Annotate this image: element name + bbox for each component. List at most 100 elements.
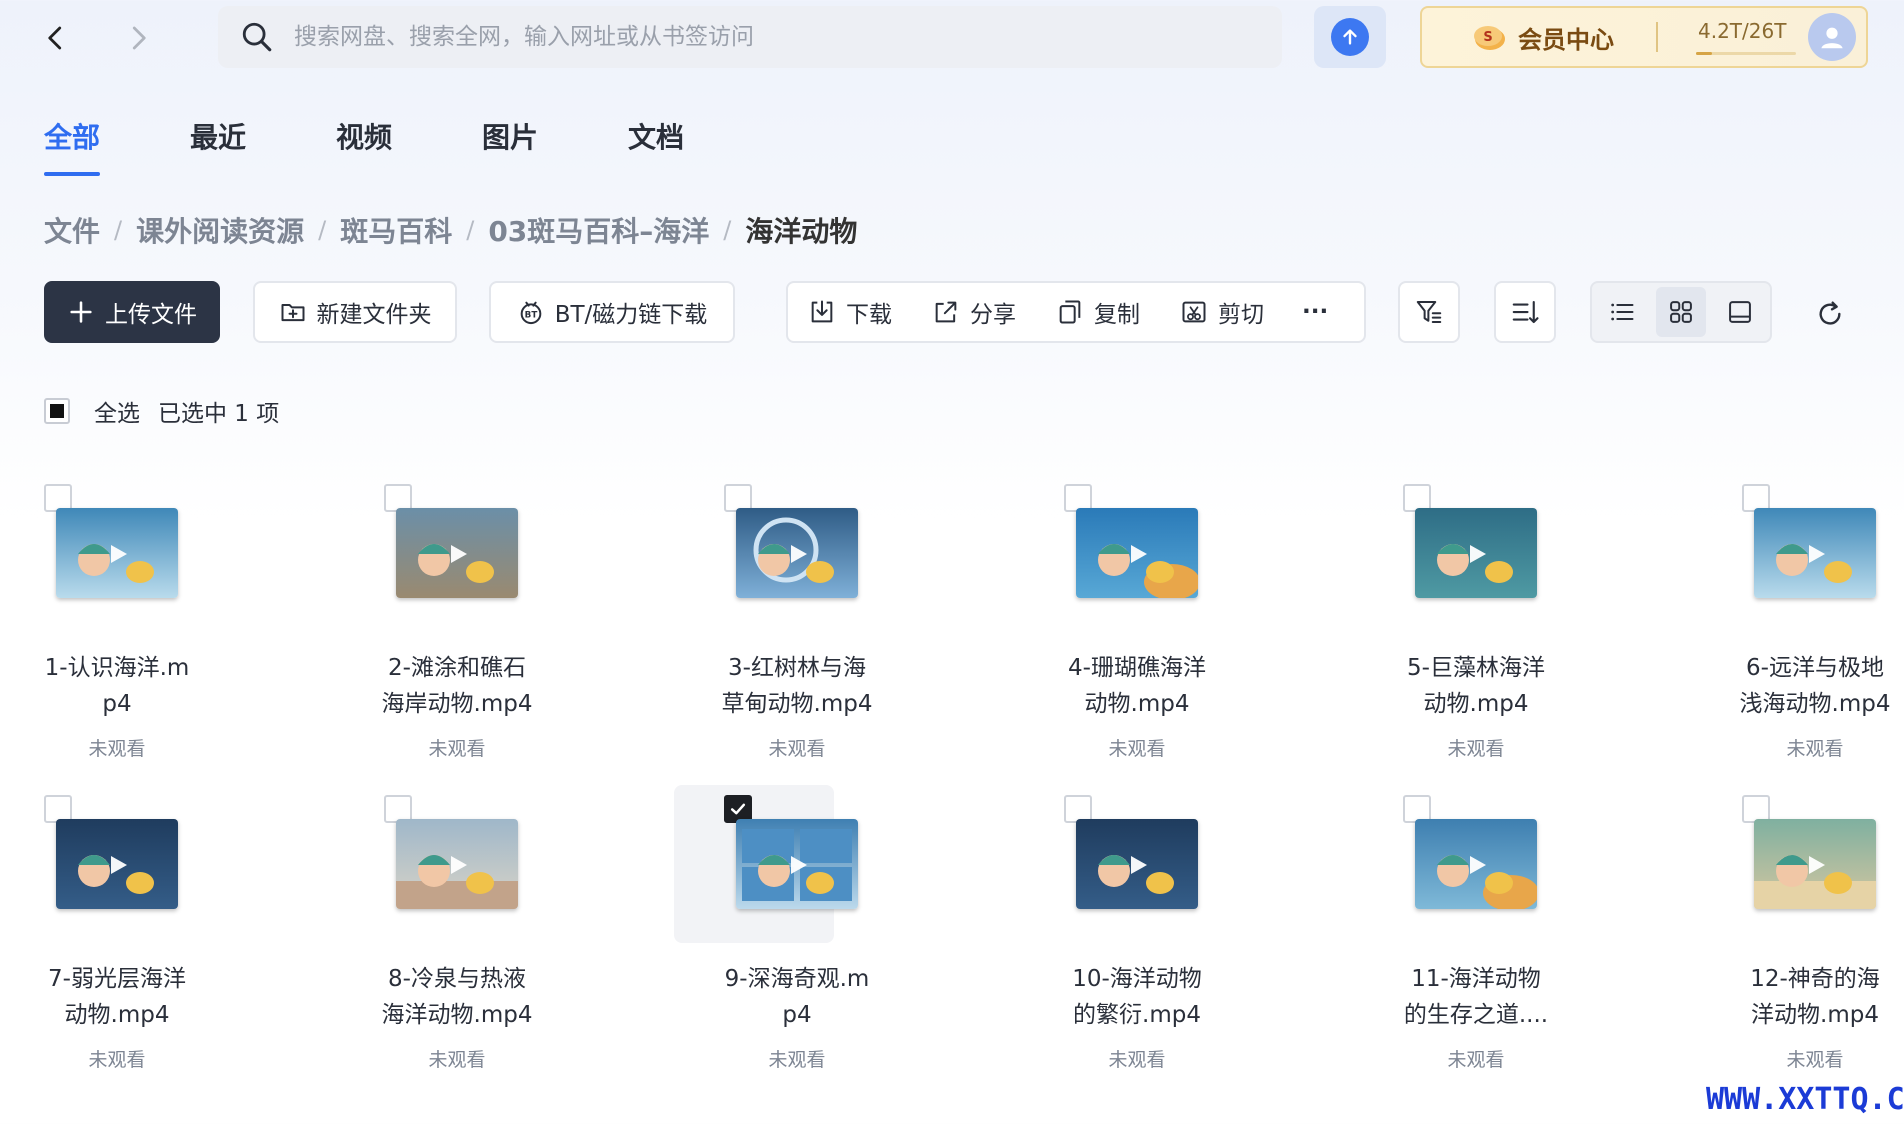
file-name[interactable]: 8-冷泉与热液 海洋动物.mp4: [352, 961, 562, 1033]
watch-status: 未观看: [768, 1049, 826, 1071]
search-input[interactable]: [292, 23, 1196, 51]
file-name[interactable]: 7-弱光层海洋 动物.mp4: [12, 961, 222, 1033]
share-icon: [935, 301, 957, 323]
video-thumbnail[interactable]: [1415, 508, 1537, 598]
watch-status: 未观看: [1447, 1049, 1505, 1071]
video-thumbnail[interactable]: [396, 508, 518, 598]
file-name-line: 动物.mp4: [64, 1002, 170, 1028]
storage-usage[interactable]: 4.2T/26T: [1696, 17, 1796, 57]
refresh-button[interactable]: [1810, 294, 1850, 334]
video-thumbnail[interactable]: [1076, 819, 1198, 909]
video-thumbnail[interactable]: [396, 819, 518, 909]
download-button[interactable]: 下载: [808, 295, 892, 329]
watch-status: 未观看: [1447, 738, 1505, 760]
file-name-line: 的生存之道....: [1403, 1002, 1549, 1028]
back-button[interactable]: [34, 16, 78, 60]
tab-image[interactable]: 图片: [482, 116, 538, 156]
grid-view-button[interactable]: [1655, 287, 1706, 337]
file-name-line: 9-深海奇观.m: [724, 966, 870, 992]
share-label: 分享: [970, 302, 1016, 328]
video-thumbnail[interactable]: [736, 508, 858, 598]
watch-status: 未观看: [768, 738, 826, 760]
filter-button[interactable]: [1398, 281, 1460, 343]
vip-center[interactable]: S 会员中心 4.2T/26T: [1420, 6, 1868, 68]
file-name-line: 11-海洋动物: [1411, 966, 1541, 992]
storage-bar-fill: [1696, 52, 1712, 55]
breadcrumb-separator: /: [466, 216, 475, 244]
download-label: 下载: [846, 302, 892, 328]
file-name[interactable]: 5-巨藻林海洋 动物.mp4: [1371, 650, 1581, 722]
video-thumbnail[interactable]: [736, 819, 858, 909]
vip-divider: [1656, 22, 1658, 52]
file-name[interactable]: 3-红树林与海 草甸动物.mp4: [692, 650, 902, 722]
select-all-checkbox[interactable]: [44, 398, 70, 424]
share-button[interactable]: 分享: [932, 295, 1016, 329]
file-name[interactable]: 2-滩涂和礁石 海岸动物.mp4: [352, 650, 562, 722]
file-name-line: 3-红树林与海: [728, 655, 866, 681]
video-thumbnail[interactable]: [1754, 508, 1876, 598]
file-name-line: p4: [782, 1002, 812, 1028]
grid-icon: [1670, 301, 1692, 323]
video-thumbnail-image: [56, 508, 178, 598]
watch-status: 未观看: [1786, 738, 1844, 760]
breadcrumb-item-ocean[interactable]: 03斑马百科–海洋: [488, 210, 709, 250]
tab-all[interactable]: 全部: [44, 116, 100, 156]
breadcrumb-separator: /: [723, 216, 732, 244]
list-view-button[interactable]: [1597, 287, 1647, 337]
file-name-line: 10-海洋动物: [1072, 966, 1202, 992]
watch-status: 未观看: [428, 738, 486, 760]
arrow-up-icon: [1331, 18, 1369, 56]
video-thumbnail-image: [1415, 508, 1537, 598]
sort-icon: [1512, 300, 1539, 324]
file-name-line: 海岸动物.mp4: [381, 691, 533, 717]
video-thumbnail[interactable]: [56, 819, 178, 909]
view-mode-switch: [1590, 281, 1772, 343]
upload-file-button[interactable]: 上传文件: [44, 281, 220, 343]
file-actions-group: 下载 分享 复制 剪切 ···: [786, 281, 1366, 343]
search-bar[interactable]: [218, 6, 1282, 68]
file-name-line: 8-冷泉与热液: [388, 966, 526, 992]
breadcrumb-item-reading[interactable]: 课外阅读资源: [136, 210, 304, 250]
file-name-line: 2-滩涂和礁石: [388, 655, 526, 681]
breadcrumb-item-zebra[interactable]: 斑马百科: [340, 210, 452, 250]
forward-button[interactable]: [116, 16, 160, 60]
select-all-label[interactable]: 全选: [94, 394, 140, 428]
video-thumbnail[interactable]: [1754, 819, 1876, 909]
breadcrumb-item-files[interactable]: 文件: [44, 210, 100, 250]
cut-button[interactable]: 剪切: [1180, 295, 1264, 329]
file-name[interactable]: 6-远洋与极地 浅海动物.mp4: [1710, 650, 1904, 722]
avatar[interactable]: [1808, 13, 1856, 61]
video-thumbnail[interactable]: [1415, 819, 1537, 909]
bt-download-button[interactable]: BT BT/磁力链下载: [489, 281, 735, 343]
file-name[interactable]: 1-认识海洋.m p4: [12, 650, 222, 722]
copy-label: 复制: [1094, 302, 1140, 328]
new-folder-button[interactable]: 新建文件夹: [253, 281, 457, 343]
breadcrumb-item-current: 海洋动物: [745, 215, 858, 248]
plus-icon: [70, 301, 92, 323]
transfer-upload-button[interactable]: [1314, 6, 1386, 68]
tab-document[interactable]: 文档: [628, 116, 684, 156]
bt-download-label: BT/磁力链下载: [554, 302, 708, 328]
tab-recent[interactable]: 最近: [190, 116, 246, 156]
watch-status: 未观看: [1786, 1049, 1844, 1071]
tab-video[interactable]: 视频: [336, 116, 392, 156]
video-thumbnail[interactable]: [1076, 508, 1198, 598]
preview-view-button[interactable]: [1715, 287, 1765, 337]
video-thumbnail[interactable]: [56, 508, 178, 598]
filter-icon: [1416, 301, 1442, 323]
file-name[interactable]: 4-珊瑚礁海洋 动物.mp4: [1032, 650, 1242, 722]
new-folder-label: 新建文件夹: [316, 302, 432, 328]
watch-status: 未观看: [88, 1049, 146, 1071]
more-actions-button[interactable]: ···: [1302, 299, 1328, 325]
watermark: WWW.XXTTQ.COM: [1706, 1082, 1904, 1117]
chevron-left-icon: [48, 26, 62, 50]
copy-button[interactable]: 复制: [1056, 295, 1140, 329]
file-name[interactable]: 9-深海奇观.m p4: [692, 961, 902, 1033]
file-name[interactable]: 10-海洋动物 的繁衍.mp4: [1032, 961, 1242, 1033]
file-name-line: 动物.mp4: [1423, 691, 1529, 717]
file-name[interactable]: 12-神奇的海 洋动物.mp4: [1710, 961, 1904, 1033]
sort-button[interactable]: [1494, 281, 1556, 343]
file-name-line: 草甸动物.mp4: [721, 691, 873, 717]
file-name[interactable]: 11-海洋动物 的生存之道....: [1371, 961, 1581, 1033]
file-name-line: 6-远洋与极地: [1746, 655, 1884, 681]
